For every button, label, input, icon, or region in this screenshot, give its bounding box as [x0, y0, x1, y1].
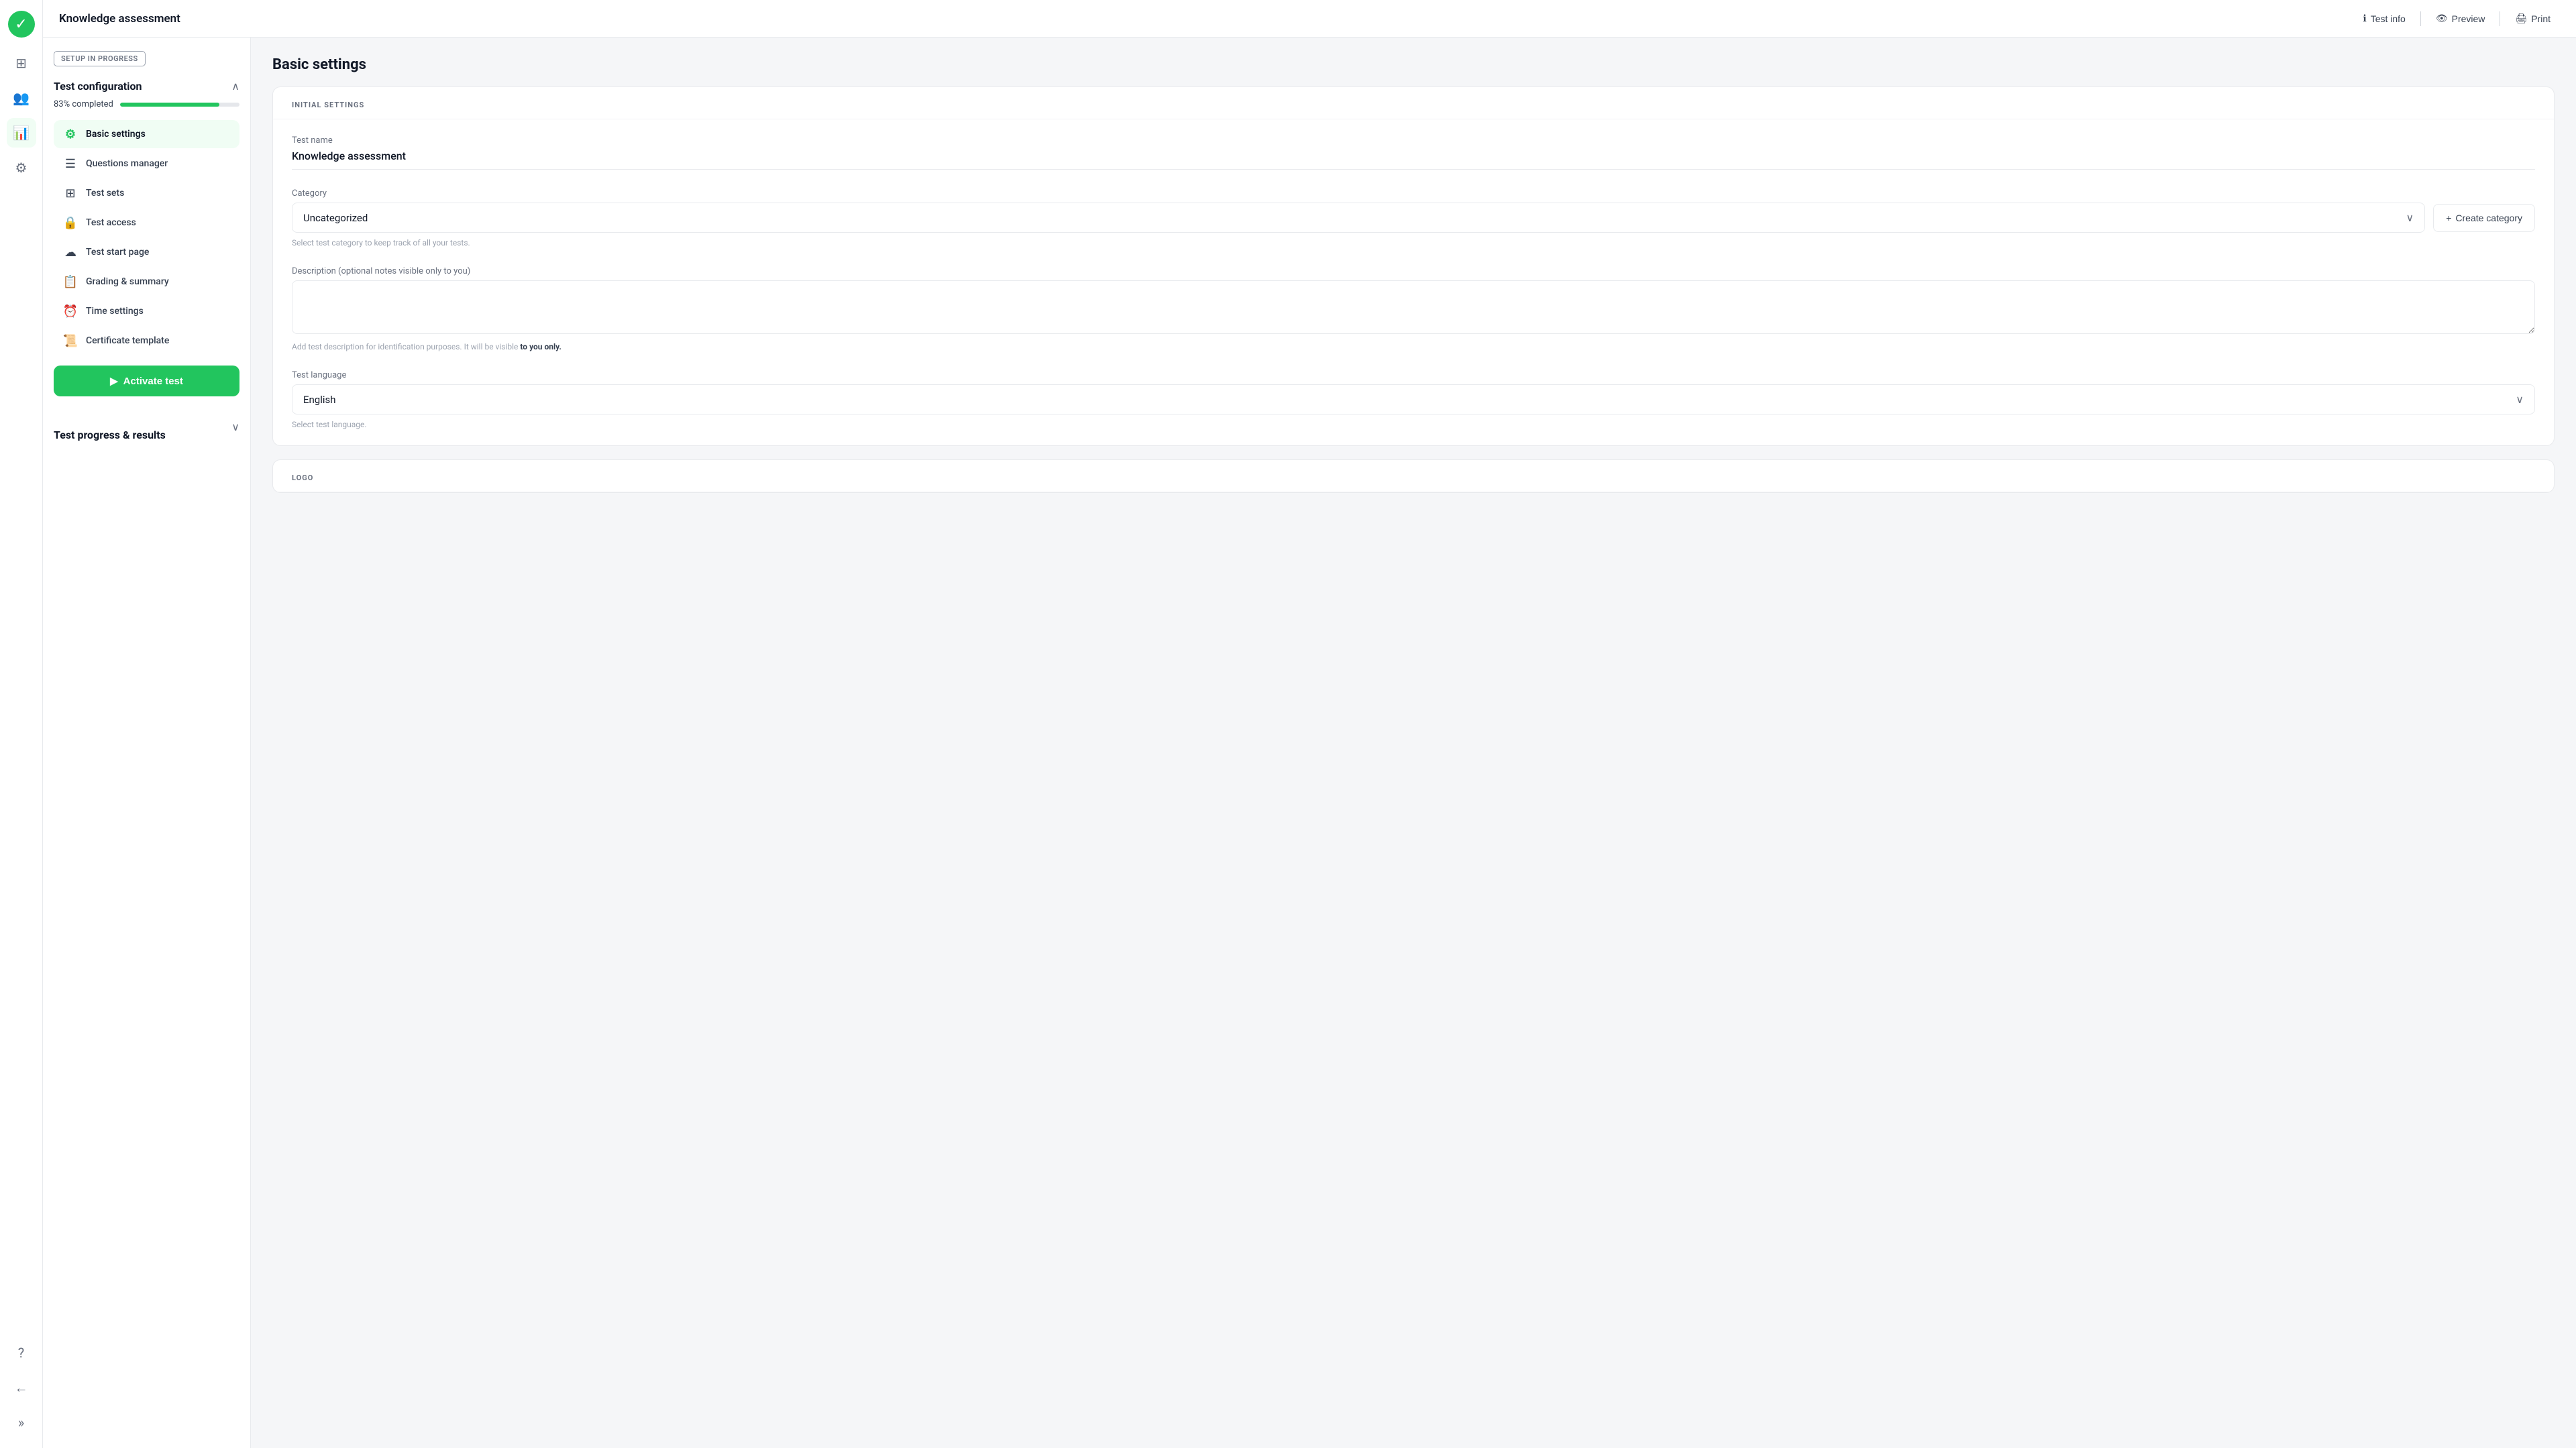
print-button[interactable]: 🖨 Print [2506, 9, 2560, 28]
basic-settings-label: Basic settings [86, 129, 146, 140]
time-settings-label: Time settings [86, 306, 144, 317]
language-dropdown[interactable]: English ∨ [292, 384, 2535, 414]
header-actions: ℹ Test info 👁 Preview 🖨 Print [2353, 9, 2560, 28]
preview-icon: 👁 [2436, 13, 2448, 24]
create-category-button[interactable]: + Create category [2433, 204, 2535, 232]
test-name-value: Knowledge assessment [292, 150, 2535, 170]
basic-settings-icon: ⚙ [63, 127, 78, 142]
grading-summary-icon: 📋 [63, 274, 78, 289]
page-title: Basic settings [272, 56, 2555, 73]
category-label: Category [292, 188, 2535, 199]
progress-label: 83% completed [54, 99, 113, 109]
language-label: Test language [292, 370, 2535, 380]
test-access-icon: 🔒 [63, 215, 78, 230]
expand-icon: » [18, 1414, 24, 1431]
description-group: Description (optional notes visible only… [292, 266, 2535, 351]
results-section-header: Test progress & results ∨ [54, 412, 239, 441]
progress-bar-background [120, 103, 239, 107]
sidebar-item-test-sets[interactable]: ⊞ Test sets [54, 179, 239, 207]
initial-settings-label: INITIAL SETTINGS [273, 87, 2554, 119]
grading-summary-label: Grading & summary [86, 276, 169, 287]
help-nav-item[interactable]: ? [7, 1338, 36, 1368]
info-icon: ℹ [2363, 13, 2366, 24]
test-info-button[interactable]: ℹ Test info [2353, 9, 2414, 28]
app-logo[interactable]: ✓ [8, 11, 35, 38]
gear-icon: ⚙ [15, 160, 28, 176]
category-group: Category Uncategorized ∨ + Create catego… [292, 188, 2535, 247]
config-section-header: Test configuration ∧ [54, 80, 239, 93]
language-chevron-icon: ∨ [2516, 393, 2524, 406]
test-name-group: Test name Knowledge assessment [292, 135, 2535, 170]
help-icon: ? [18, 1345, 24, 1361]
logo-card: LOGO [272, 459, 2555, 493]
test-name-label: Test name [292, 135, 2535, 146]
config-section-title: Test configuration [54, 80, 142, 93]
activate-test-button[interactable]: ▶ Activate test [54, 366, 239, 396]
time-settings-icon: ⏰ [63, 304, 78, 319]
test-start-page-icon: ☁ [63, 245, 78, 260]
sidebar-item-certificate-template[interactable]: 📜 Certificate template [54, 327, 239, 355]
results-chevron-icon[interactable]: ∨ [231, 421, 239, 433]
certificate-template-label: Certificate template [86, 335, 169, 346]
initial-settings-card: INITIAL SETTINGS Test name Knowledge ass… [272, 87, 2555, 446]
header-divider-1 [2420, 11, 2421, 26]
category-dropdown-row: Uncategorized ∨ + Create category [292, 203, 2535, 233]
preview-button[interactable]: 👁 Preview [2426, 9, 2495, 28]
sidebar: SETUP IN PROGRESS Test configuration ∧ 8… [43, 38, 251, 1448]
content-area: SETUP IN PROGRESS Test configuration ∧ 8… [43, 38, 2576, 1448]
icon-navigation: ✓ ⊞ 👥 📊 ⚙ ? ← » [0, 0, 43, 1448]
test-sets-icon: ⊞ [63, 186, 78, 201]
play-icon: ▶ [110, 375, 118, 387]
sidebar-item-test-start-page[interactable]: ☁ Test start page [54, 238, 239, 266]
language-hint: Select test language. [292, 420, 2535, 429]
setup-badge: SETUP IN PROGRESS [54, 51, 146, 66]
language-group: Test language English ∨ Select test lang… [292, 370, 2535, 429]
analytics-nav-item[interactable]: 📊 [7, 118, 36, 148]
users-icon: 👥 [13, 90, 30, 106]
questions-manager-label: Questions manager [86, 158, 168, 169]
analytics-icon: 📊 [13, 125, 30, 141]
config-chevron-icon[interactable]: ∧ [231, 80, 239, 93]
progress-row: 83% completed [54, 99, 239, 109]
main-wrapper: Knowledge assessment ℹ Test info 👁 Previ… [43, 0, 2576, 1448]
expand-nav-item[interactable]: » [7, 1408, 36, 1437]
settings-nav-item[interactable]: ⚙ [7, 153, 36, 182]
logo-section-label: LOGO [273, 460, 2554, 492]
grid-icon: ⊞ [15, 55, 27, 71]
category-dropdown[interactable]: Uncategorized ∨ [292, 203, 2425, 233]
test-access-label: Test access [86, 217, 136, 228]
users-nav-item[interactable]: 👥 [7, 83, 36, 113]
category-chevron-icon: ∨ [2406, 211, 2414, 224]
description-hint: Add test description for identification … [292, 342, 2535, 351]
description-textarea[interactable] [292, 280, 2535, 334]
category-value: Uncategorized [303, 212, 368, 224]
sidebar-item-questions-manager[interactable]: ☰ Questions manager [54, 150, 239, 178]
sidebar-item-grading-summary[interactable]: 📋 Grading & summary [54, 268, 239, 296]
test-start-page-label: Test start page [86, 247, 149, 258]
print-icon: 🖨 [2515, 13, 2527, 24]
description-label: Description (optional notes visible only… [292, 266, 2535, 276]
results-section-title: Test progress & results [54, 429, 166, 441]
progress-bar-fill [120, 103, 219, 107]
icon-nav-bottom: ? ← » [7, 1338, 36, 1437]
certificate-template-icon: 📜 [63, 333, 78, 348]
main-content: Basic settings INITIAL SETTINGS Test nam… [251, 38, 2576, 1448]
sidebar-item-basic-settings[interactable]: ⚙ Basic settings [54, 120, 239, 148]
questions-manager-icon: ☰ [63, 156, 78, 171]
sidebar-item-time-settings[interactable]: ⏰ Time settings [54, 297, 239, 325]
language-value: English [303, 394, 336, 406]
back-nav-item[interactable]: ← [7, 1373, 36, 1402]
create-category-label: Create category [2455, 213, 2522, 223]
top-header: Knowledge assessment ℹ Test info 👁 Previ… [43, 0, 2576, 38]
page-header-title: Knowledge assessment [59, 12, 2353, 25]
category-hint: Select test category to keep track of al… [292, 238, 2535, 247]
back-icon: ← [15, 1380, 28, 1396]
grid-nav-item[interactable]: ⊞ [7, 48, 36, 78]
test-sets-label: Test sets [86, 188, 124, 199]
settings-body: Test name Knowledge assessment Category … [273, 119, 2554, 445]
sidebar-item-test-access[interactable]: 🔒 Test access [54, 209, 239, 237]
plus-icon: + [2446, 213, 2451, 223]
logo-icon: ✓ [15, 16, 27, 33]
